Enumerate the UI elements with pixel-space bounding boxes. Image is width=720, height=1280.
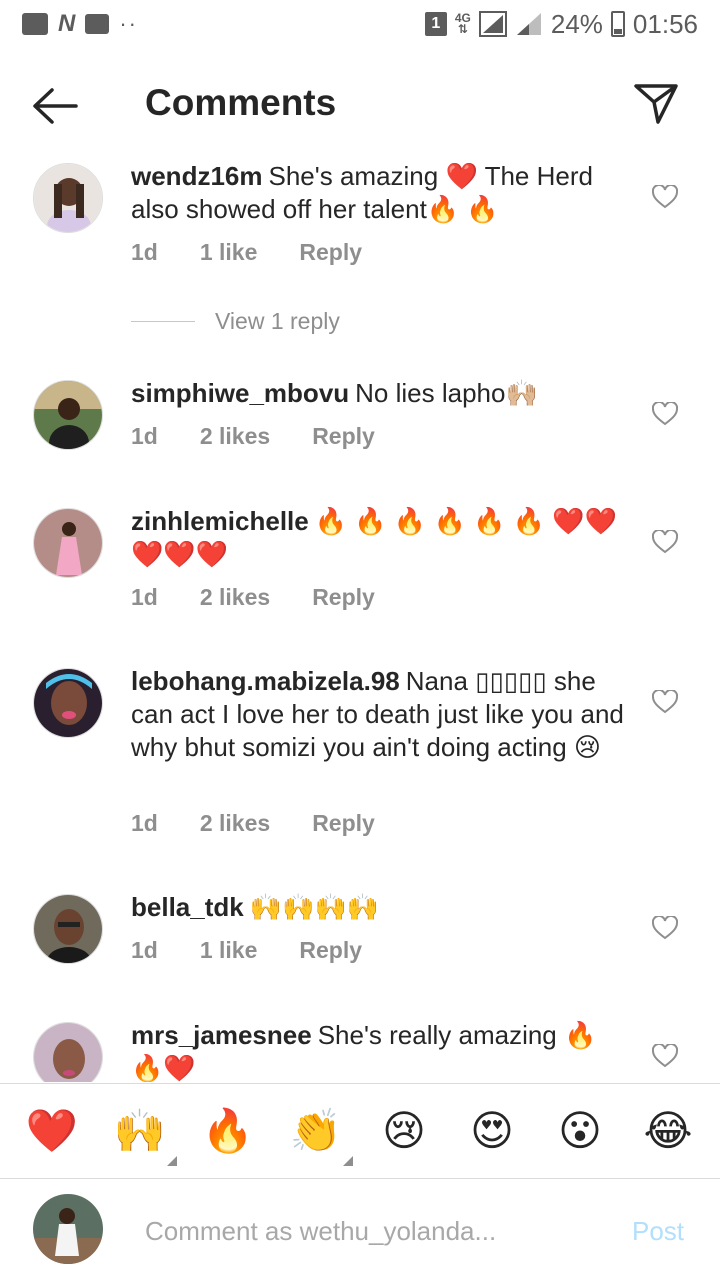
battery-icon xyxy=(610,11,625,37)
like-button[interactable] xyxy=(651,183,679,209)
avatar[interactable] xyxy=(33,1022,103,1082)
share-button[interactable] xyxy=(632,80,680,128)
paper-plane-icon xyxy=(634,84,678,124)
comment-likes[interactable]: 1 like xyxy=(200,239,258,266)
comment-age: 1d xyxy=(131,423,158,449)
comment-username[interactable]: bella_tdk xyxy=(131,892,244,922)
comment-username[interactable]: wendz16m xyxy=(131,161,263,191)
emoji-crying-button[interactable]: 😢 xyxy=(373,1100,435,1162)
reply-button[interactable]: Reply xyxy=(312,584,375,611)
comment-age: 1d xyxy=(131,810,158,836)
like-button[interactable] xyxy=(651,528,679,554)
reply-button[interactable]: Reply xyxy=(299,937,362,964)
folder-icon xyxy=(85,14,110,34)
comment-input[interactable] xyxy=(145,1208,605,1254)
current-user-avatar xyxy=(33,1194,103,1264)
like-button[interactable] xyxy=(651,1042,679,1068)
comment-body: 🙌🙌🙌🙌 xyxy=(249,892,380,922)
reply-button[interactable]: Reply xyxy=(299,239,362,266)
avatar[interactable] xyxy=(33,380,103,450)
comment-meta: 1d 2 likes Reply xyxy=(131,584,417,611)
header: Comments xyxy=(0,70,720,142)
like-button[interactable] xyxy=(651,914,679,940)
reply-button[interactable]: Reply xyxy=(312,810,375,837)
comment-composer: Post xyxy=(0,1180,720,1280)
emoji-laughing-button[interactable]: 😂 xyxy=(637,1100,699,1162)
comment-meta: 1d 2 likes Reply xyxy=(131,423,417,450)
comment-age: 1d xyxy=(131,584,158,610)
reply-button[interactable]: Reply xyxy=(312,423,375,450)
comment-text: simphiwe_mbovu No lies lapho🙌🏼 xyxy=(131,377,627,410)
comments-list[interactable]: wendz16m She's amazing ❤️ The Herd also s… xyxy=(0,150,720,1082)
comment-age: 1d xyxy=(131,239,158,265)
signal-icon xyxy=(478,11,507,37)
comment-text: lebohang.mabizela.98 Nana ▯▯▯▯▯ she can a… xyxy=(131,665,627,764)
post-button[interactable]: Post xyxy=(632,1216,684,1247)
comment-body: No lies lapho🙌🏼 xyxy=(355,378,538,408)
emoji-heart-button[interactable]: ❤️ xyxy=(21,1100,83,1162)
page-title: Comments xyxy=(145,82,337,123)
signal-bars-icon xyxy=(516,13,541,35)
comment-meta: 1d 1 like Reply xyxy=(131,937,404,964)
clock: 01:56 xyxy=(632,8,698,39)
emoji-fire-button[interactable]: 🔥 xyxy=(197,1100,259,1162)
view-replies-label: View 1 reply xyxy=(215,308,340,334)
like-button[interactable] xyxy=(651,400,679,426)
status-bar-notifications: N ·· xyxy=(22,10,138,38)
like-button[interactable] xyxy=(651,688,679,714)
comment-text: mrs_jamesnee She's really amazing 🔥 🔥❤️ xyxy=(131,1019,627,1082)
comment-text: bella_tdk 🙌🙌🙌🙌 xyxy=(131,891,627,924)
emoji-quick-bar: ❤️ 🙌 🔥 👏 😢 😍 😮 😂 xyxy=(0,1083,720,1179)
comment-likes[interactable]: 1 like xyxy=(200,937,258,964)
sim-badge: 1 xyxy=(424,12,447,36)
comment-username[interactable]: simphiwe_mbovu xyxy=(131,378,349,408)
arrow-left-icon xyxy=(33,88,78,124)
n-app-icon: N xyxy=(58,10,76,37)
divider-line xyxy=(131,321,195,322)
comment-meta: 1d 2 likes Reply xyxy=(131,810,417,837)
network-type: 4G ⇅ xyxy=(454,11,471,36)
comment-likes[interactable]: 2 likes xyxy=(200,423,270,450)
status-bar-system: 1 4G ⇅ 24% 01:56 xyxy=(424,8,698,40)
comment-username[interactable]: mrs_jamesnee xyxy=(131,1020,312,1050)
comment-text: wendz16m She's amazing ❤️ The Herd also s… xyxy=(131,160,627,226)
emoji-surprised-button[interactable]: 😮 xyxy=(549,1100,611,1162)
comment-username[interactable]: zinhlemichelle xyxy=(131,506,309,536)
emoji-raised-hands-button[interactable]: 🙌 xyxy=(109,1100,177,1166)
heart-outline-icon xyxy=(651,914,679,940)
avatar[interactable] xyxy=(33,668,103,738)
heart-outline-icon xyxy=(651,183,679,209)
gallery-icon xyxy=(22,13,48,35)
comment-text: zinhlemichelle 🔥 🔥 🔥 🔥 🔥 🔥 ❤️❤️❤️❤️❤️ xyxy=(131,505,627,571)
avatar[interactable] xyxy=(33,894,103,964)
heart-outline-icon xyxy=(651,1042,679,1068)
comment-likes[interactable]: 2 likes xyxy=(200,584,270,611)
skin-tone-indicator-icon xyxy=(167,1156,177,1166)
heart-outline-icon xyxy=(651,688,679,714)
comment-username[interactable]: lebohang.mabizela.98 xyxy=(131,666,400,696)
back-button[interactable] xyxy=(30,86,80,126)
avatar[interactable] xyxy=(33,508,103,578)
status-bar: N ·· 1 4G ⇅ 24% 01:56 xyxy=(0,0,720,48)
battery-percent: 24% xyxy=(550,8,603,39)
emoji-heart-eyes-button[interactable]: 😍 xyxy=(461,1100,523,1162)
heart-outline-icon xyxy=(651,400,679,426)
more-notifications-icon: ·· xyxy=(119,11,138,36)
view-replies-button[interactable]: View 1 reply xyxy=(131,308,340,335)
comment-meta: 1d 1 like Reply xyxy=(131,239,404,266)
comment-age: 1d xyxy=(131,937,158,963)
heart-outline-icon xyxy=(651,528,679,554)
avatar[interactable] xyxy=(33,163,103,233)
comment-likes[interactable]: 2 likes xyxy=(200,810,270,837)
skin-tone-indicator-icon xyxy=(343,1156,353,1166)
emoji-clap-button[interactable]: 👏 xyxy=(285,1100,353,1166)
